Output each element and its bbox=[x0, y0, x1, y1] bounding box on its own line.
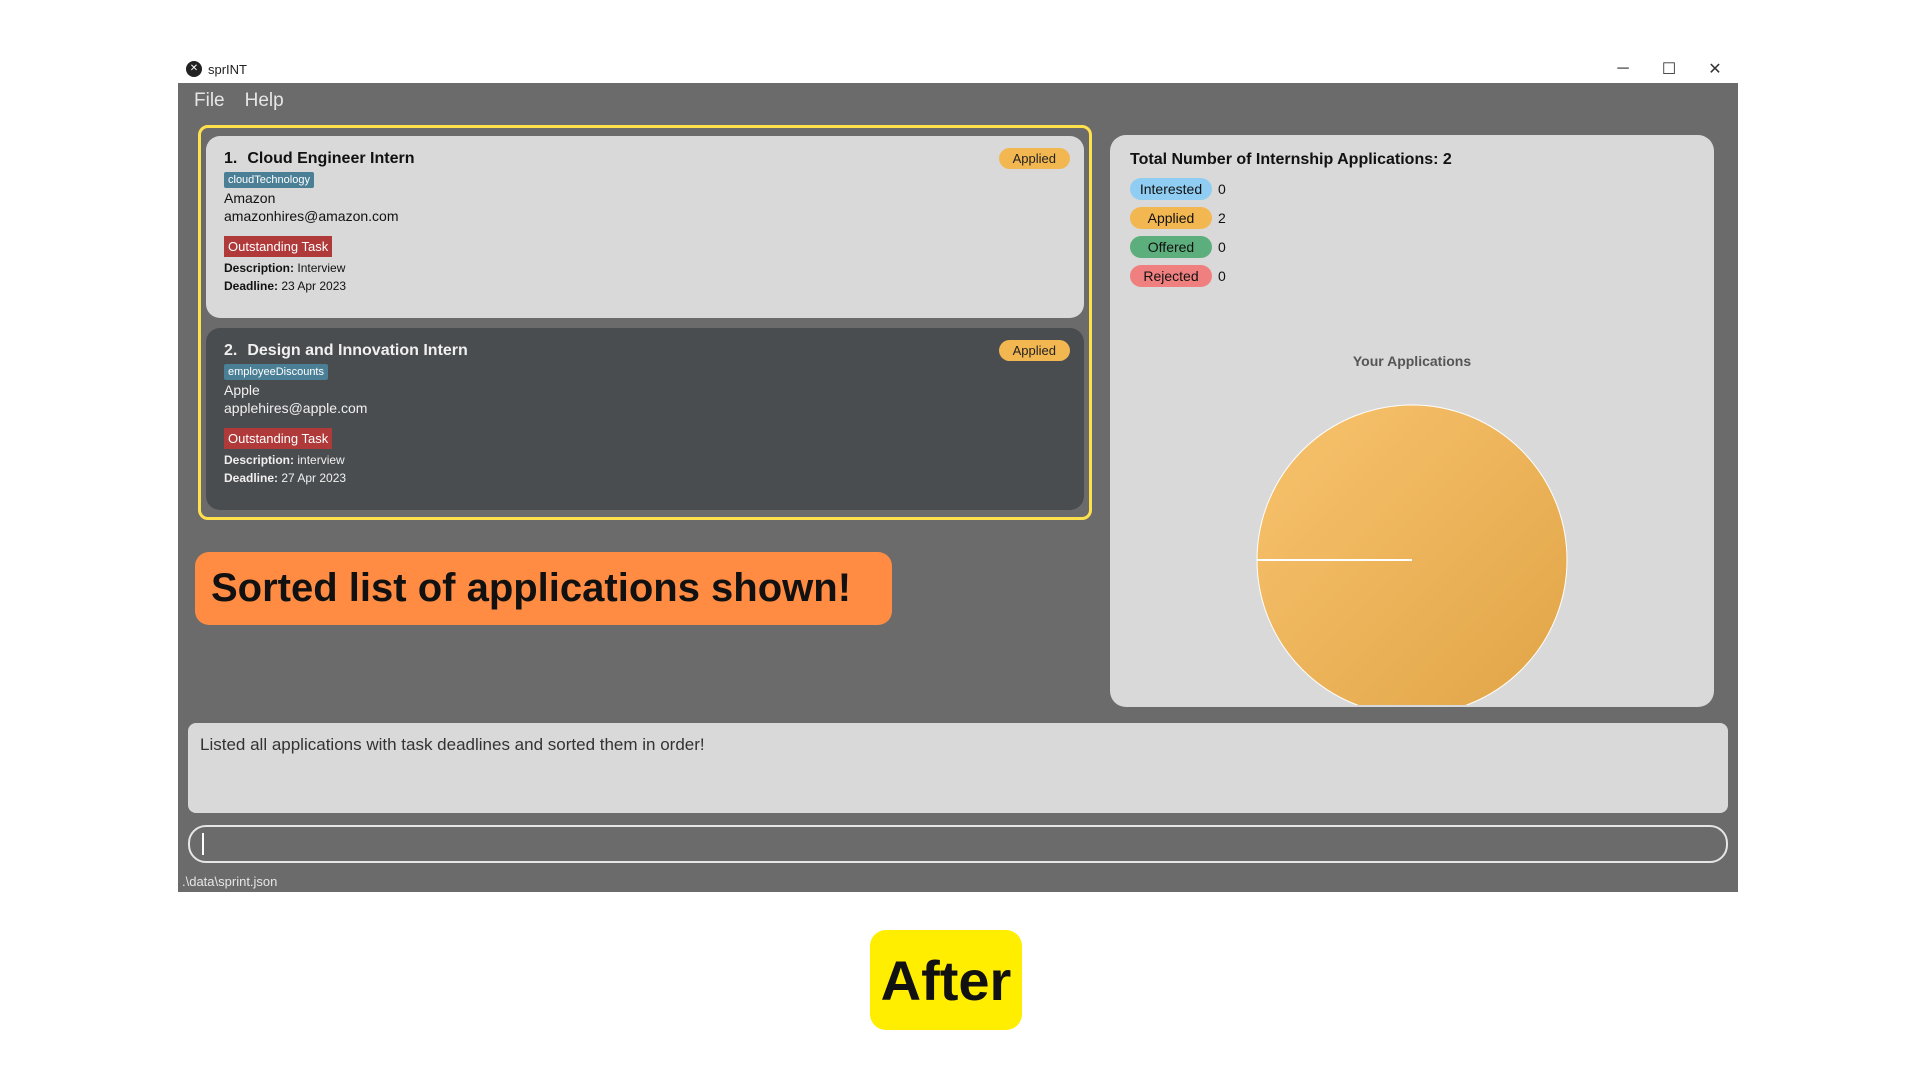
task-description: Description: interview bbox=[224, 453, 1066, 467]
description-value: Interview bbox=[297, 261, 346, 275]
status-badge: Applied bbox=[998, 148, 1070, 169]
application-card[interactable]: 2. Design and Innovation Intern Applied … bbox=[206, 328, 1084, 510]
deadline-label: Deadline: bbox=[224, 471, 279, 485]
task-deadline: Deadline: 27 Apr 2023 bbox=[224, 471, 1066, 485]
close-icon[interactable]: ✕ bbox=[1692, 55, 1738, 83]
status-bar-path: .\data\sprint.json bbox=[178, 871, 1738, 892]
result-display: Listed all applications with task deadli… bbox=[188, 723, 1728, 813]
interested-pill: Interested bbox=[1130, 178, 1212, 200]
card-role: Cloud Engineer Intern bbox=[247, 150, 415, 167]
company-email: applehires@apple.com bbox=[224, 400, 368, 416]
app-logo-icon: ✕ bbox=[186, 61, 202, 77]
card-role: Design and Innovation Intern bbox=[247, 342, 468, 359]
pie-slice-applied bbox=[1256, 404, 1568, 705]
card-title: 1. Cloud Engineer Intern bbox=[224, 150, 1066, 168]
annotation-banner: Sorted list of applications shown! bbox=[195, 552, 892, 625]
applications-pie-chart bbox=[1256, 404, 1568, 705]
application-list-panel: 1. Cloud Engineer Intern Applied cloudTe… bbox=[198, 125, 1092, 520]
stat-row-applied: Applied 2 bbox=[1130, 207, 1226, 229]
description-value: interview bbox=[297, 453, 345, 467]
statistics-panel: Total Number of Internship Applications:… bbox=[1110, 135, 1714, 707]
deadline-value: 27 Apr 2023 bbox=[281, 471, 347, 485]
card-index: 1. bbox=[224, 150, 238, 167]
menu-help[interactable]: Help bbox=[245, 90, 284, 112]
task-deadline: Deadline: 23 Apr 2023 bbox=[224, 279, 1066, 293]
application-card[interactable]: 1. Cloud Engineer Intern Applied cloudTe… bbox=[206, 136, 1084, 318]
chart-title: Your Applications bbox=[1352, 353, 1472, 369]
tag-label: employeeDiscounts bbox=[224, 364, 328, 380]
applied-pill: Applied bbox=[1130, 207, 1212, 229]
interested-count: 0 bbox=[1218, 181, 1226, 197]
app-window: ✕ sprINT ─ ☐ ✕ File Help 1. Cloud Engine… bbox=[178, 55, 1738, 892]
offered-pill: Offered bbox=[1130, 236, 1212, 258]
company-email: amazonhires@amazon.com bbox=[224, 208, 399, 224]
stat-row-interested: Interested 0 bbox=[1130, 178, 1226, 200]
title-bar: ✕ sprINT ─ ☐ ✕ bbox=[178, 55, 1738, 83]
card-index: 2. bbox=[224, 342, 238, 359]
rejected-pill: Rejected bbox=[1130, 265, 1212, 287]
card-title: 2. Design and Innovation Intern bbox=[224, 342, 1066, 360]
applied-count: 2 bbox=[1218, 210, 1226, 226]
tag-label: cloudTechnology bbox=[224, 172, 314, 188]
maximize-icon[interactable]: ☐ bbox=[1646, 55, 1692, 83]
outstanding-task-badge: Outstanding Task bbox=[224, 236, 333, 257]
task-description: Description: Interview bbox=[224, 261, 1066, 275]
menu-file[interactable]: File bbox=[194, 90, 225, 112]
description-label: Description: bbox=[224, 453, 295, 467]
outstanding-task-badge: Outstanding Task bbox=[224, 428, 333, 449]
total-applications-title: Total Number of Internship Applications:… bbox=[1130, 151, 1452, 168]
description-label: Description: bbox=[224, 261, 295, 275]
company-name: Apple bbox=[224, 382, 260, 398]
command-input[interactable] bbox=[188, 825, 1728, 863]
window-title: sprINT bbox=[208, 61, 247, 77]
offered-count: 0 bbox=[1218, 239, 1226, 255]
after-label: After bbox=[870, 930, 1022, 1030]
stat-row-offered: Offered 0 bbox=[1130, 236, 1226, 258]
deadline-value: 23 Apr 2023 bbox=[281, 279, 347, 293]
company-name: Amazon bbox=[224, 190, 276, 206]
status-badge: Applied bbox=[998, 340, 1070, 361]
minimize-icon[interactable]: ─ bbox=[1600, 55, 1646, 83]
rejected-count: 0 bbox=[1218, 268, 1226, 284]
stat-row-rejected: Rejected 0 bbox=[1130, 265, 1226, 287]
text-cursor bbox=[202, 833, 204, 855]
menu-bar: File Help bbox=[178, 83, 1738, 118]
deadline-label: Deadline: bbox=[224, 279, 279, 293]
